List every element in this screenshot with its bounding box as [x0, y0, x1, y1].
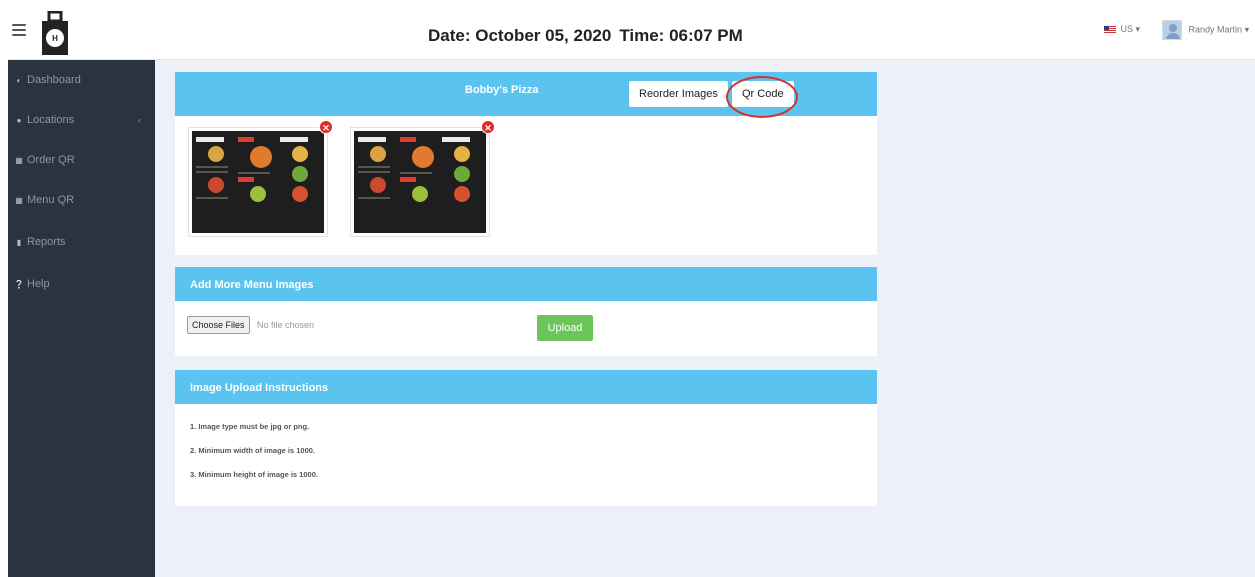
menu-image [354, 131, 486, 233]
panel-header: Bobby's Pizza Reorder Images Qr Code [175, 72, 877, 118]
sidebar-item-menu-qr[interactable]: ▦ Menu QR [8, 188, 155, 212]
sidebar-item-dashboard[interactable]: ◐ Dashboard [8, 68, 155, 92]
instruction-item: 1. Image type must be jpg or png. [190, 422, 310, 431]
chevron-down-icon: ▾ [1135, 24, 1141, 34]
delete-icon[interactable]: ✕ [319, 120, 333, 134]
page-title: Date: October 05, 2020 Time: 06:07 PM [428, 26, 743, 46]
upload-form: Choose Files No file chosen Upload [175, 301, 877, 356]
file-icon: ▮ [16, 238, 22, 247]
sidebar: ◐ Dashboard ● Locations ‹ ▦ Order QR ▦ Menu … [8, 60, 155, 577]
menu-image [192, 131, 324, 233]
sidebar-item-label: Menu QR [27, 194, 75, 206]
language-selector[interactable]: US ▾ [1104, 24, 1140, 35]
sidebar-item-label: Order QR [27, 154, 75, 166]
panel-header: Add More Menu Images [175, 267, 877, 301]
sidebar-item-locations[interactable]: ● Locations ‹ [8, 108, 155, 132]
dashboard-icon: ◐ [16, 76, 22, 85]
instructions-list: 1. Image type must be jpg or png. 2. Min… [175, 404, 877, 506]
date-text: Date: October 05, 2020 [428, 26, 612, 45]
list-icon: ▦ [15, 156, 23, 165]
instruction-item: 2. Minimum width of image is 1000. [190, 446, 316, 455]
top-bar: H Date: October 05, 2020 Time: 06:07 PM U… [8, 8, 1255, 60]
menu-images-panel: Bobby's Pizza Reorder Images Qr Code ✕ ✕ [175, 72, 877, 255]
page: H Date: October 05, 2020 Time: 06:07 PM U… [0, 0, 1255, 577]
sidebar-item-order-qr[interactable]: ▦ Order QR [8, 148, 155, 172]
no-file-text: No file chosen [257, 320, 315, 330]
logo: H [42, 11, 68, 55]
panel-title: Add More Menu Images [190, 279, 314, 291]
delete-icon[interactable]: ✕ [481, 120, 495, 134]
panel-title: Image Upload Instructions [190, 382, 329, 394]
svg-text:H: H [52, 34, 58, 43]
user-name: Randy Martin [1188, 24, 1243, 35]
time-text: Time: 06:07 PM [619, 26, 743, 45]
choose-files-button[interactable]: Choose Files [187, 316, 250, 334]
instructions-panel: Image Upload Instructions 1. Image type … [175, 370, 877, 506]
sidebar-item-label: Reports [27, 236, 66, 248]
instruction-item: 3. Minimum height of image is 1000. [190, 470, 318, 479]
main-content: Bobby's Pizza Reorder Images Qr Code ✕ ✕… [155, 60, 1255, 577]
sidebar-item-help[interactable]: ❔ Help [8, 272, 155, 296]
map-marker-icon: ● [16, 116, 22, 125]
panel-header: Image Upload Instructions [175, 370, 877, 404]
list-icon: ▦ [15, 196, 23, 205]
chevron-down-icon: ▾ [1244, 24, 1250, 35]
sidebar-item-label: Help [27, 278, 50, 290]
chevron-left-icon: ‹ [138, 115, 141, 125]
us-flag-icon [1104, 25, 1116, 34]
language-label: US [1120, 24, 1134, 34]
sidebar-item-label: Dashboard [27, 74, 81, 86]
sidebar-item-reports[interactable]: ▮ Reports [8, 230, 155, 254]
reorder-images-button[interactable]: Reorder Images [629, 81, 728, 107]
menu-image-card[interactable]: ✕ [188, 120, 333, 237]
avatar [1162, 20, 1182, 40]
menu-image-card[interactable]: ✕ [350, 120, 495, 237]
sidebar-item-label: Locations [27, 114, 75, 126]
qr-code-button[interactable]: Qr Code [732, 81, 794, 107]
upload-button[interactable]: Upload [537, 315, 593, 341]
upload-panel: Add More Menu Images Choose Files No fil… [175, 267, 877, 356]
hamburger-menu-icon[interactable] [12, 24, 26, 36]
question-circle-icon: ❔ [14, 280, 24, 289]
image-gallery: ✕ ✕ [175, 116, 877, 255]
user-menu[interactable]: Randy Martin ▾ [1162, 20, 1249, 40]
restaurant-name: Bobby's Pizza [465, 84, 539, 96]
